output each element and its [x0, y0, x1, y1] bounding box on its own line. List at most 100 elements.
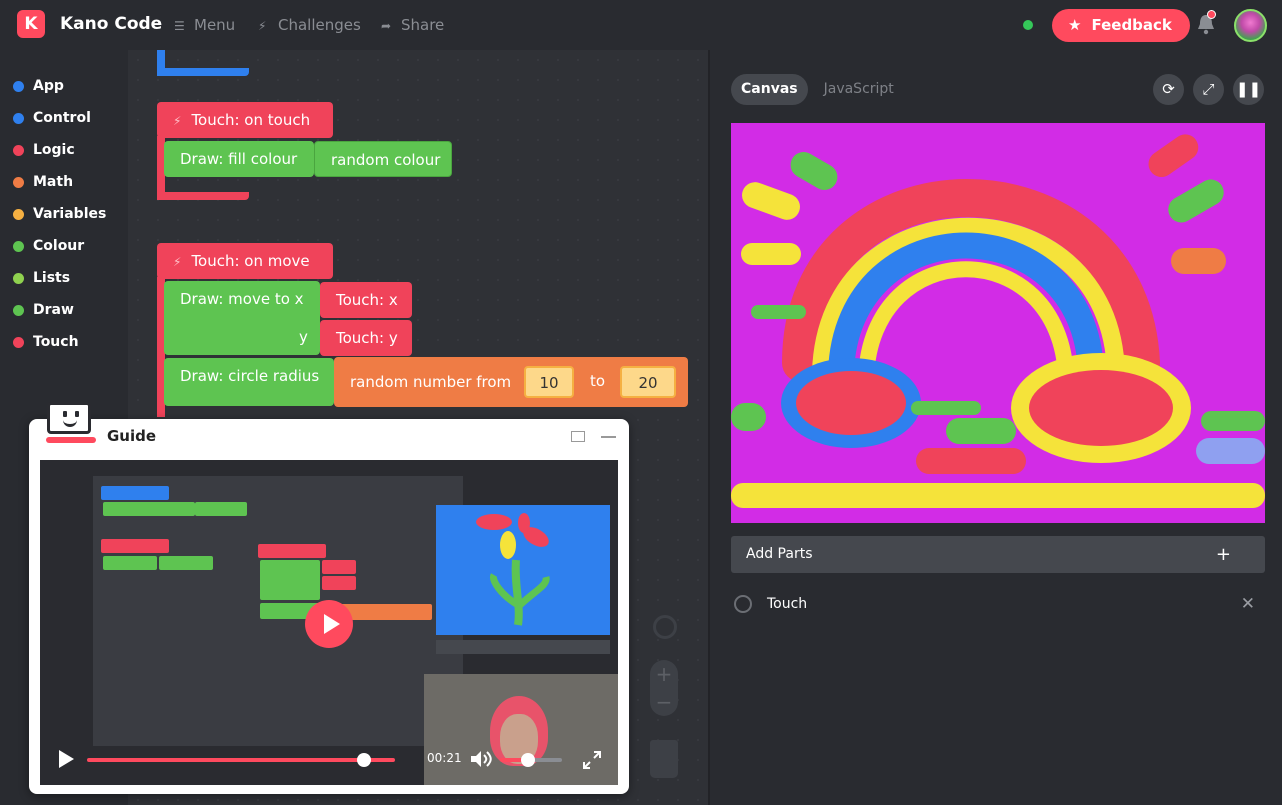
category-dot — [13, 305, 24, 316]
add-parts-button[interactable]: Add Parts + — [731, 536, 1265, 573]
category-dot — [13, 241, 24, 252]
part-item-touch[interactable]: Touch ✕ — [731, 590, 1265, 618]
touch-on-move-block[interactable]: ⚡ Touch: on move — [157, 243, 333, 279]
block-label: random colour — [331, 151, 441, 169]
touch-on-touch-block[interactable]: ⚡ Touch: on touch — [157, 102, 333, 138]
block-label: Draw: fill colour — [180, 150, 298, 168]
zoom-out-icon[interactable]: − — [650, 688, 678, 716]
category-label: Colour — [33, 238, 85, 254]
category-dot — [13, 81, 24, 92]
feedback-label: Feedback — [1091, 16, 1172, 34]
popout-icon[interactable] — [571, 431, 585, 442]
category-label: Control — [33, 110, 91, 126]
category-logic[interactable]: Logic — [0, 134, 128, 166]
category-dot — [13, 145, 24, 156]
random-colour-block[interactable]: random colour — [314, 141, 452, 177]
tab-canvas[interactable]: Canvas — [731, 74, 808, 105]
video-frame-block — [103, 502, 195, 516]
category-dot — [13, 209, 24, 220]
category-label: Draw — [33, 302, 74, 318]
touch-x-block[interactable]: Touch: x — [320, 282, 412, 318]
fill-colour-block[interactable]: Draw: fill colour — [164, 141, 314, 177]
move-to-block[interactable]: Draw: move to x y — [164, 281, 320, 355]
touch-y-block[interactable]: Touch: y — [320, 320, 412, 356]
part-label: Touch — [767, 596, 808, 612]
star-icon: ★ — [1068, 16, 1082, 34]
category-label: Touch — [33, 334, 79, 350]
restart-icon[interactable]: ⟳ — [1153, 74, 1184, 105]
recenter-icon[interactable] — [653, 615, 677, 639]
category-touch[interactable]: Touch — [0, 326, 128, 358]
category-control[interactable]: Control — [0, 102, 128, 134]
video-frame-block — [101, 539, 169, 553]
video-frame-addparts — [436, 640, 610, 654]
output-tabs: Canvas JavaScript — [731, 74, 910, 105]
video-frame-topbar — [40, 460, 618, 476]
block-bracket-end — [157, 68, 249, 76]
notification-dot — [1207, 10, 1216, 19]
guide-mascot-icon — [47, 402, 91, 434]
to-value-input[interactable]: 20 — [620, 366, 676, 398]
add-parts-label: Add Parts — [746, 546, 813, 562]
guide-title: Guide — [107, 427, 157, 445]
panel-divider[interactable] — [708, 50, 710, 805]
from-value-input[interactable]: 10 — [524, 366, 574, 398]
video-frame-workspace — [93, 476, 463, 746]
pause-icon[interactable]: ❚❚ — [1233, 74, 1264, 105]
video-frame-block — [103, 556, 157, 570]
kano-logo[interactable]: K — [17, 10, 45, 38]
tab-javascript[interactable]: JavaScript — [814, 74, 904, 105]
video-frame-block — [258, 544, 326, 558]
close-icon[interactable]: ✕ — [1241, 590, 1255, 618]
category-label: App — [33, 78, 64, 94]
circle-radius-block[interactable]: Draw: circle radius — [164, 358, 334, 406]
block-label: Touch: on touch — [191, 111, 311, 129]
share-button[interactable]: ➦ Share — [381, 16, 444, 34]
video-frame-block — [101, 486, 169, 500]
share-label: Share — [401, 16, 445, 34]
menu-label: Menu — [194, 16, 236, 34]
category-label: Lists — [33, 270, 71, 286]
block-label: Draw: move to x — [180, 290, 304, 308]
block-label: Draw: circle radius — [180, 367, 320, 385]
menu-button[interactable]: ☰ Menu — [174, 16, 235, 34]
avatar[interactable] — [1234, 9, 1267, 42]
category-math[interactable]: Math — [0, 166, 128, 198]
output-canvas[interactable] — [731, 123, 1265, 523]
flower-drawing — [476, 513, 550, 626]
category-label: Variables — [33, 206, 107, 222]
challenges-label: Challenges — [278, 16, 361, 34]
share-arrow-icon: ➦ — [381, 19, 392, 33]
play-icon[interactable] — [57, 749, 75, 769]
plus-icon: + — [1215, 544, 1231, 565]
fullscreen-icon[interactable]: ⤢ — [1193, 74, 1224, 105]
minimize-icon[interactable] — [601, 436, 616, 438]
zoom-in-icon[interactable]: + — [650, 660, 678, 688]
video-time: 00:21 — [427, 751, 462, 765]
video-fullscreen-icon[interactable] — [583, 751, 601, 769]
hamburger-icon: ☰ — [174, 19, 185, 33]
big-play-icon[interactable] — [305, 600, 353, 648]
volume-icon[interactable] — [470, 750, 492, 768]
category-variables[interactable]: Variables — [0, 198, 128, 230]
category-dot — [13, 273, 24, 284]
mascot-mouth — [63, 420, 77, 427]
category-lists[interactable]: Lists — [0, 262, 128, 294]
video-frame-block — [322, 560, 356, 574]
video-frame-block — [159, 556, 213, 570]
video-frame-block — [195, 502, 247, 516]
block-label: Touch: y — [336, 329, 398, 347]
category-dot — [13, 177, 24, 188]
online-status-dot — [1023, 20, 1033, 30]
challenges-button[interactable]: ⚡ Challenges — [258, 16, 361, 34]
category-colour[interactable]: Colour — [0, 230, 128, 262]
feedback-button[interactable]: ★ Feedback — [1052, 9, 1190, 42]
category-app[interactable]: App — [0, 70, 128, 102]
video-frame-block — [322, 576, 356, 590]
volume-knob[interactable] — [520, 753, 535, 767]
to-label: to — [590, 372, 606, 390]
category-draw[interactable]: Draw — [0, 294, 128, 326]
video-progress-bar[interactable] — [87, 758, 395, 762]
trash-icon[interactable] — [650, 740, 678, 778]
block-bracket-end — [157, 192, 249, 200]
